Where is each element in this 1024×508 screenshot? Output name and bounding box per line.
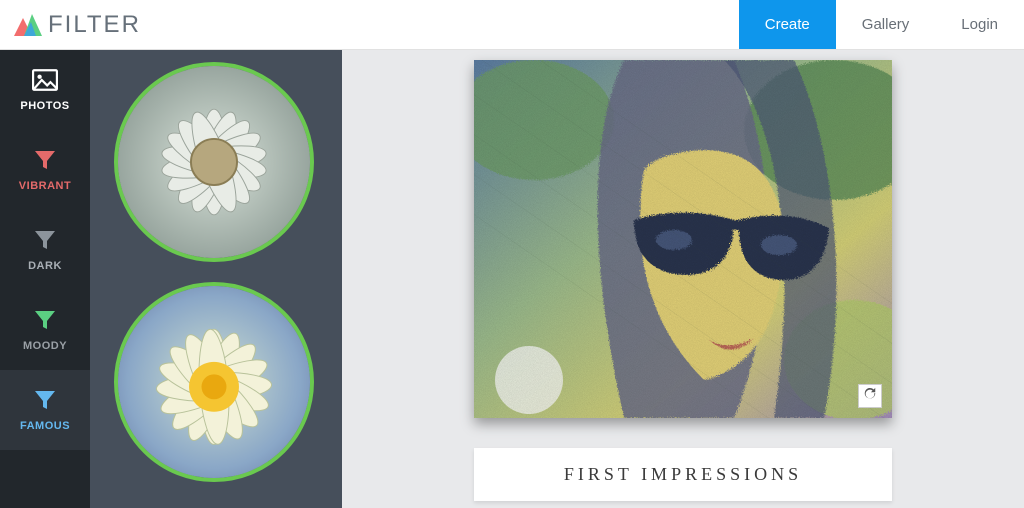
preview-stage: FIRST IMPRESSIONS	[342, 50, 1024, 508]
preview-caption: FIRST IMPRESSIONS	[474, 464, 892, 485]
rail-label: FAMOUS	[20, 420, 70, 432]
rail-moody[interactable]: MOODY	[0, 290, 90, 370]
reload-button[interactable]	[858, 384, 882, 408]
image-icon	[32, 69, 58, 94]
caption-card: FIRST IMPRESSIONS	[474, 448, 892, 501]
rail-label: VIBRANT	[19, 180, 71, 192]
rail-famous[interactable]: FAMOUS	[0, 370, 90, 450]
preview-image	[474, 60, 892, 418]
nav-gallery[interactable]: Gallery	[836, 0, 936, 49]
rail-vibrant[interactable]: VIBRANT	[0, 130, 90, 210]
funnel-icon	[32, 309, 58, 334]
rail-photos[interactable]: PHOTOS	[0, 50, 90, 130]
preview-wrap	[474, 60, 892, 418]
reload-icon	[863, 387, 877, 406]
rail-label: PHOTOS	[20, 100, 69, 112]
thumb-daisy-muted[interactable]	[114, 62, 314, 262]
funnel-icon	[32, 149, 58, 174]
rail-dark[interactable]: DARK	[0, 210, 90, 290]
nav-create[interactable]: Create	[739, 0, 836, 49]
thumb-daisy-color[interactable]	[114, 282, 314, 482]
rail-label: DARK	[28, 260, 62, 272]
filter-thumbnails	[90, 50, 342, 508]
funnel-icon	[32, 389, 58, 414]
app-header: FILTER Create Gallery Login	[0, 0, 1024, 50]
rail-label: MOODY	[23, 340, 67, 352]
top-nav: Create Gallery Login	[739, 0, 1024, 49]
category-rail: PHOTOS VIBRANT DARK MOODY FAMOUS	[0, 50, 90, 508]
brand-name: FILTER	[48, 11, 141, 39]
brand-logo[interactable]: FILTER	[14, 11, 141, 39]
funnel-icon	[32, 229, 58, 254]
nav-login[interactable]: Login	[935, 0, 1024, 49]
logo-mark-icon	[14, 14, 42, 36]
